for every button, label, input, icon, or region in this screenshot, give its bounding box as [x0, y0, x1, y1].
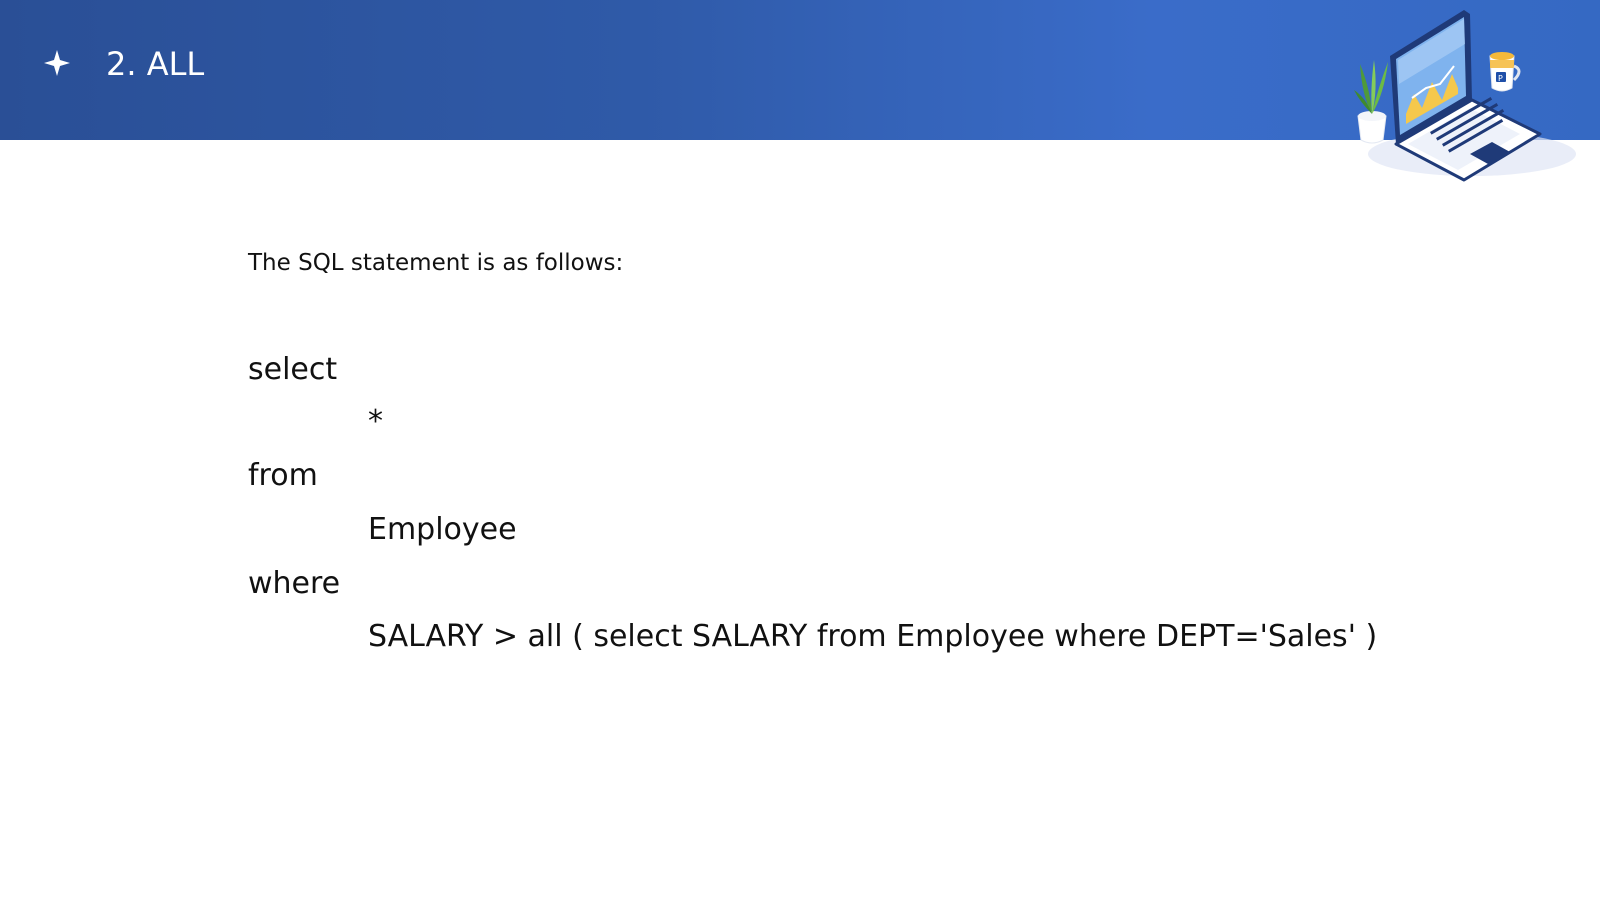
- laptop-chart-illustration: P: [1354, 10, 1576, 182]
- sql-from-table: Employee: [368, 512, 517, 547]
- svg-text:P: P: [1498, 74, 1503, 83]
- sql-select-keyword: select: [248, 352, 338, 387]
- sql-from-keyword: from: [248, 458, 318, 493]
- four-point-star-icon: [44, 50, 70, 76]
- sql-where-keyword: where: [248, 566, 341, 601]
- sql-select-expression: *: [368, 404, 383, 439]
- intro-text: The SQL statement is as follows:: [248, 250, 624, 276]
- slide-title: 2. ALL: [106, 45, 205, 83]
- sql-where-condition: SALARY > all ( select SALARY from Employ…: [368, 619, 1378, 654]
